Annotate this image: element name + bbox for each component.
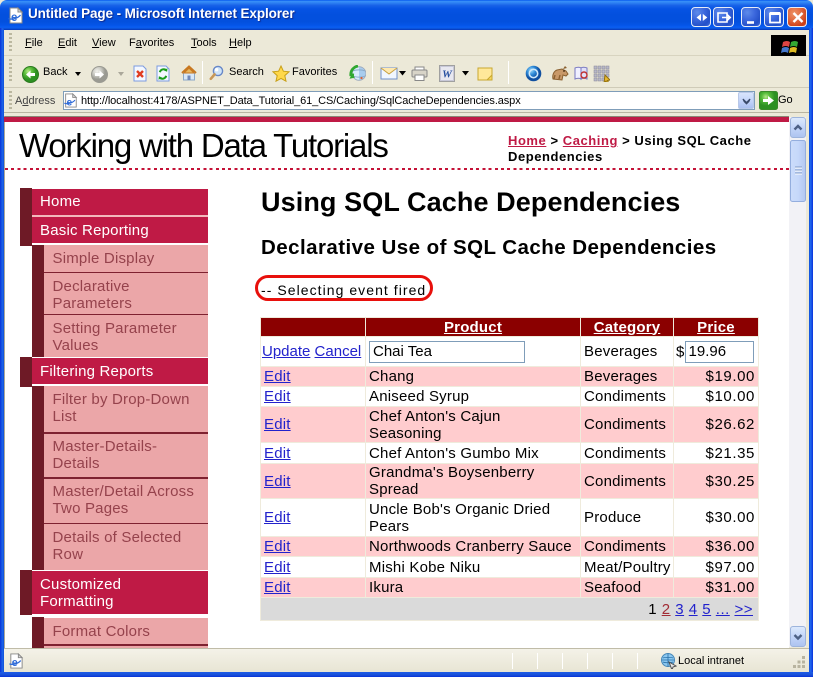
svg-text:W: W (442, 68, 453, 80)
